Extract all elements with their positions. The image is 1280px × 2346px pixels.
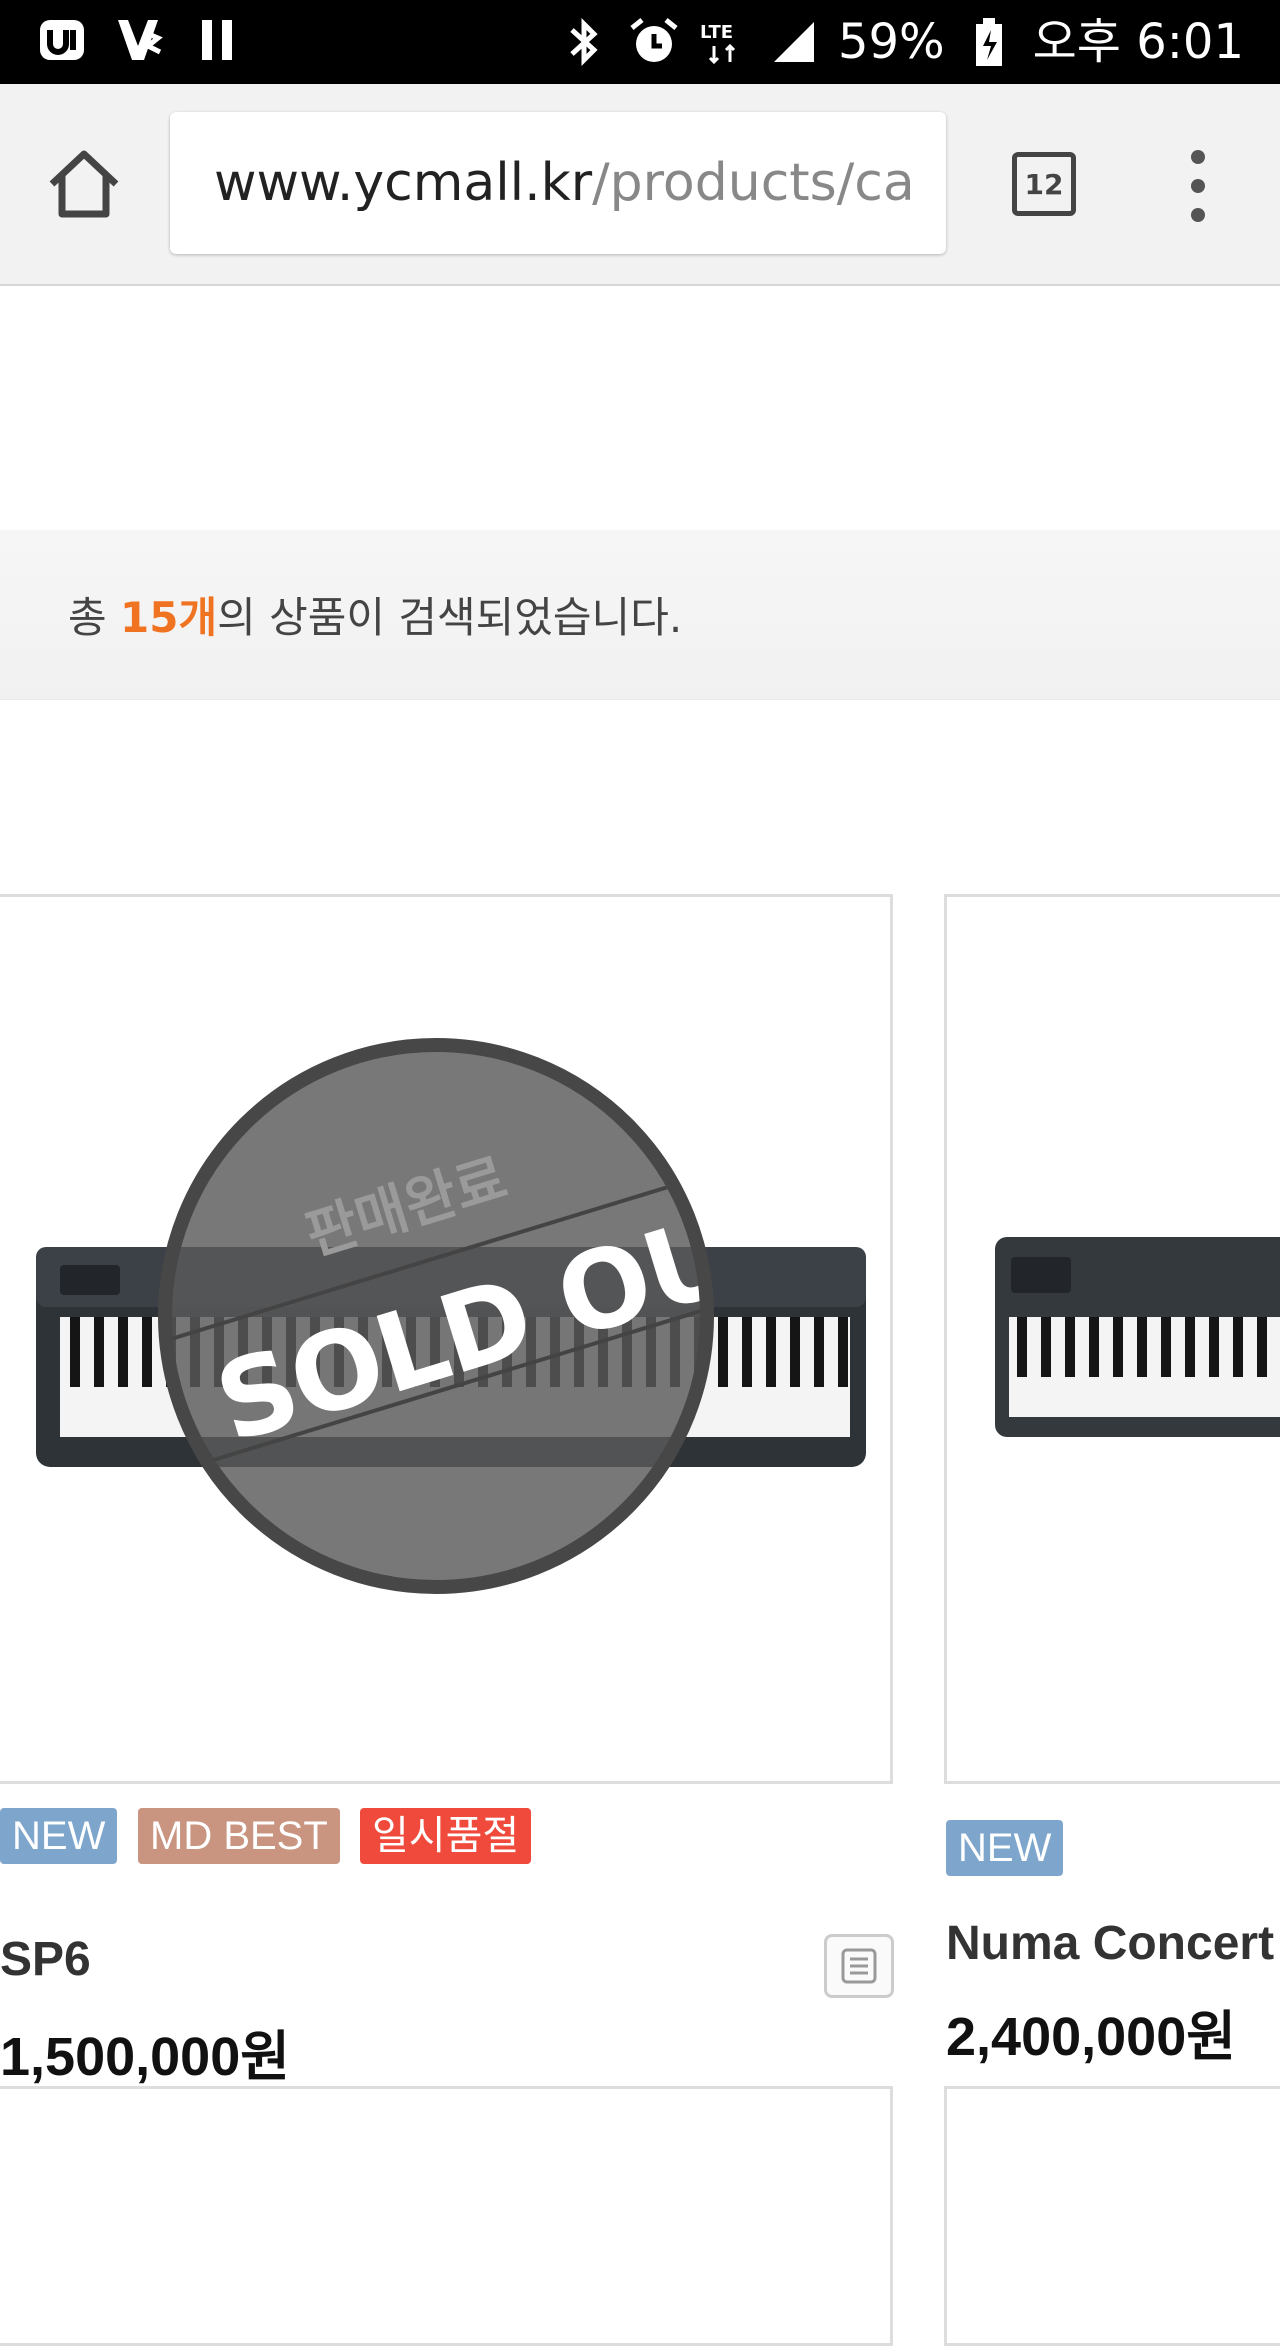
browser-toolbar: www.ycmall.kr/products/ca 12 <box>0 84 1280 286</box>
product-image[interactable] <box>944 2086 1280 2346</box>
battery-charging-icon <box>963 16 1015 68</box>
signal-icon <box>768 16 820 68</box>
product-price: 2,400,000원 <box>946 2007 1236 2067</box>
badge-temporarily-sold-out: 일시품절 <box>360 1808 532 1864</box>
sold-out-korean: 판매완료 <box>298 1146 515 1269</box>
app-notification-icon <box>36 14 88 66</box>
clock: 오후 6:01 <box>1032 14 1244 70</box>
lte-icon: LTE <box>698 16 750 68</box>
badge-new: NEW <box>946 1820 1064 1876</box>
address-bar[interactable]: www.ycmall.kr/products/ca <box>170 112 946 254</box>
battery-percent: 59% <box>837 14 945 70</box>
url-host: www.ycmall.kr <box>214 153 593 213</box>
product-image-numa-concert[interactable] <box>944 894 1280 1784</box>
keyboard-image <box>995 1237 1280 1437</box>
status-bar: LTE 59% 오후 6:01 <box>0 0 1280 84</box>
badge-md-best: MD BEST <box>138 1808 340 1864</box>
result-count: 15개 <box>120 593 218 642</box>
product-name[interactable]: Numa Concert <box>946 1916 1274 1971</box>
list-icon <box>841 1948 877 1984</box>
menu-dot-icon <box>1191 150 1205 164</box>
search-result-text: 총 15개의 상품이 검색되었습니다. <box>68 593 683 642</box>
menu-dot-icon <box>1191 208 1205 222</box>
svg-text:LTE: LTE <box>700 22 733 43</box>
home-button[interactable] <box>44 144 124 224</box>
home-icon <box>49 150 119 218</box>
sold-out-overlay: 판매완료 SOLD OUT <box>158 1038 714 1594</box>
detail-view-button[interactable] <box>824 1934 894 1998</box>
url-path: /products/ca <box>592 153 915 213</box>
pause-icon <box>192 14 244 66</box>
menu-dot-icon <box>1191 179 1205 193</box>
product-image[interactable] <box>0 2086 893 2346</box>
badge-new: NEW <box>0 1808 118 1864</box>
alarm-icon <box>628 16 680 68</box>
product-name[interactable]: SP6 <box>0 1932 91 1987</box>
product-price: 1,500,000원 <box>0 2027 290 2087</box>
overflow-menu-button[interactable] <box>1172 150 1224 222</box>
tab-switcher-button[interactable]: 12 <box>1012 152 1076 216</box>
search-result-banner: 총 15개의 상품이 검색되었습니다. <box>0 530 1280 700</box>
vpn-notification-icon <box>114 14 166 66</box>
bluetooth-icon <box>558 16 610 68</box>
